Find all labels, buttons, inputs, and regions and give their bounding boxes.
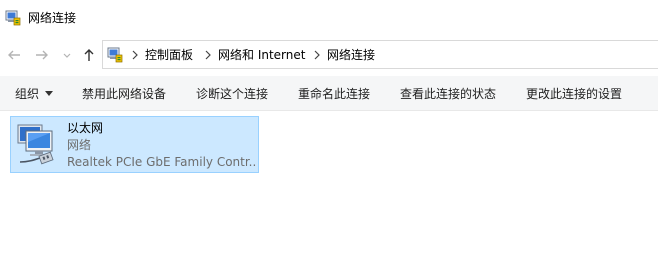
address-bar[interactable]: 控制面板 网络和 Internet 网络连接 [102, 40, 658, 69]
change-settings-button[interactable]: 更改此连接的设置 [526, 86, 622, 102]
chevron-right-icon[interactable] [313, 49, 321, 61]
connection-name: 以太网 [67, 121, 104, 135]
arrow-up-icon[interactable] [80, 46, 98, 64]
chevron-right-icon[interactable] [204, 49, 212, 61]
connection-device: Realtek PCIe GbE Family Contr... [67, 155, 257, 169]
breadcrumb-network-connections[interactable]: 网络连接 [327, 47, 375, 63]
network-connections-icon [5, 10, 21, 26]
caret-down-icon [45, 91, 54, 96]
connection-item-ethernet[interactable]: 以太网 网络 Realtek PCIe GbE Family Contr... [10, 116, 259, 173]
diagnose-connection-button[interactable]: 诊断这个连接 [196, 86, 268, 102]
chevron-down-icon[interactable] [60, 46, 74, 64]
connection-network: 网络 [67, 138, 92, 152]
command-bar: 组织 禁用此网络设备 诊断这个连接 重命名此连接 查看此连接的状态 更改此连接的… [0, 76, 658, 111]
rename-connection-button[interactable]: 重命名此连接 [298, 86, 370, 102]
chevron-right-icon[interactable] [131, 49, 139, 61]
ethernet-adapter-icon [17, 124, 54, 165]
view-status-button[interactable]: 查看此连接的状态 [400, 86, 496, 102]
window-title: 网络连接 [28, 11, 77, 25]
organize-menu-button[interactable]: 组织 [15, 86, 54, 102]
organize-label: 组织 [15, 87, 40, 101]
navigation-bar: 控制面板 网络和 Internet 网络连接 [0, 38, 658, 72]
arrow-right-icon[interactable] [33, 46, 51, 64]
connections-list: 以太网 网络 Realtek PCIe GbE Family Contr... [0, 111, 658, 271]
breadcrumb-control-panel[interactable]: 控制面板 [145, 47, 193, 63]
arrow-left-icon[interactable] [5, 46, 23, 64]
title-bar: 网络连接 [0, 0, 658, 36]
disable-device-button[interactable]: 禁用此网络设备 [82, 86, 166, 102]
control-panel-icon [107, 47, 123, 63]
breadcrumb-network-and-internet[interactable]: 网络和 Internet [218, 47, 305, 63]
